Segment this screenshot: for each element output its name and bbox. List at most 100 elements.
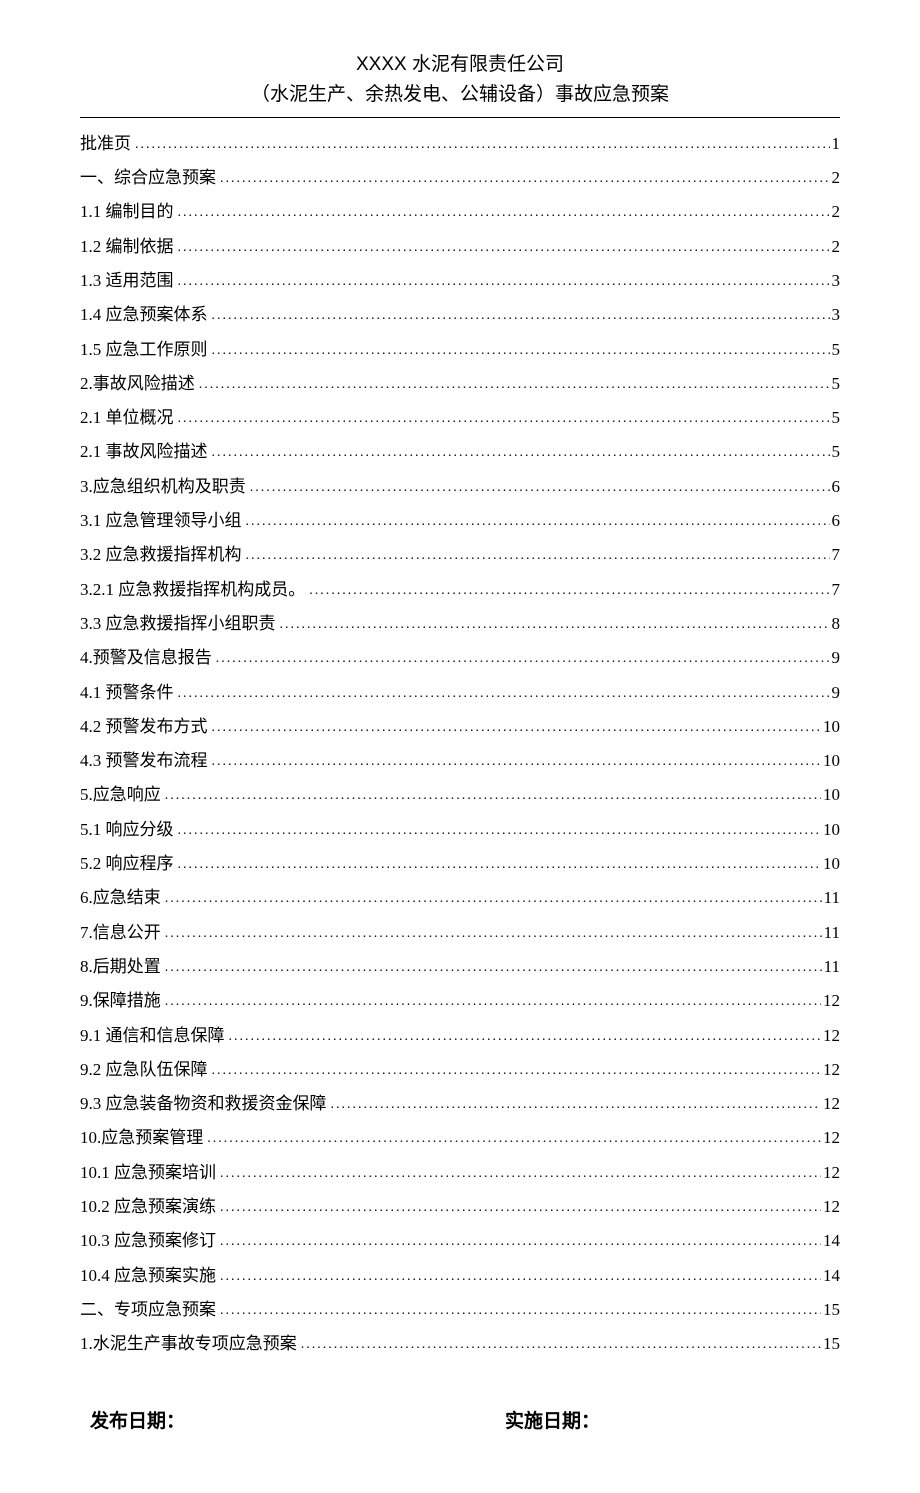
- toc-entry-label: 5.应急响应: [80, 783, 161, 807]
- toc-entry: 3.应急组织机构及职责6: [80, 475, 840, 499]
- toc-entry-label: 10.1 应急预案培训: [80, 1161, 216, 1185]
- toc-leader-dots: [246, 546, 830, 566]
- toc-entry-label: 4.2 预警发布方式: [80, 715, 208, 739]
- toc-entry-page: 10: [821, 715, 840, 739]
- toc-entry-label: 1.5 应急工作原则: [80, 338, 208, 362]
- toc-leader-dots: [246, 512, 830, 532]
- implement-date-label: 实施日期：: [395, 1406, 810, 1433]
- toc-entry-page: 12: [821, 1126, 840, 1150]
- toc-entry-page: 15: [821, 1332, 840, 1356]
- toc-entry-page: 1: [830, 132, 841, 156]
- toc-leader-dots: [165, 958, 822, 978]
- toc-entry-page: 9: [830, 646, 841, 670]
- toc-entry-page: 8: [830, 612, 841, 636]
- toc-leader-dots: [212, 752, 822, 772]
- header-divider: [80, 117, 840, 118]
- toc-entry-page: 7: [830, 543, 841, 567]
- toc-entry-label: 1.4 应急预案体系: [80, 303, 208, 327]
- toc-entry-page: 12: [821, 1195, 840, 1219]
- toc-entry-label: 批准页: [80, 132, 131, 156]
- toc-entry: 9.2 应急队伍保障 12: [80, 1058, 840, 1082]
- toc-entry: 6.应急结束11: [80, 886, 840, 910]
- toc-entry: 3.1 应急管理领导小组 6: [80, 509, 840, 533]
- toc-entry: 1.水泥生产事故专项应急预案15: [80, 1332, 840, 1356]
- toc-entry-label: 5.1 响应分级: [80, 818, 174, 842]
- toc-leader-dots: [301, 1335, 821, 1355]
- toc-leader-dots: [309, 581, 829, 601]
- toc-entry-page: 14: [821, 1229, 840, 1253]
- document-header: XXXX 水泥有限责任公司 （水泥生产、余热发电、公辅设备）事故应急预案: [80, 50, 840, 118]
- toc-entry-page: 6: [830, 509, 841, 533]
- company-name: XXXX 水泥有限责任公司: [80, 50, 840, 80]
- toc-leader-dots: [250, 478, 830, 498]
- toc-entry-page: 10: [821, 818, 840, 842]
- toc-leader-dots: [199, 375, 830, 395]
- toc-entry: 10.3 应急预案修订14: [80, 1229, 840, 1253]
- toc-leader-dots: [178, 203, 830, 223]
- toc-entry-page: 12: [821, 1161, 840, 1185]
- toc-leader-dots: [220, 1232, 821, 1252]
- toc-entry-label: 3.3 应急救援指挥小组职责: [80, 612, 276, 636]
- toc-entry-page: 2: [830, 166, 841, 190]
- toc-leader-dots: [165, 924, 822, 944]
- toc-entry-label: 10.4 应急预案实施: [80, 1264, 216, 1288]
- toc-entry: 1.2 编制依据2: [80, 235, 840, 259]
- toc-leader-dots: [165, 992, 821, 1012]
- toc-leader-dots: [220, 1164, 821, 1184]
- document-title: （水泥生产、余热发电、公辅设备）事故应急预案: [80, 80, 840, 110]
- toc-entry: 2.1 单位概况5: [80, 406, 840, 430]
- toc-entry-label: 10.2 应急预案演练: [80, 1195, 216, 1219]
- toc-leader-dots: [212, 306, 830, 326]
- toc-entry-label: 6.应急结束: [80, 886, 161, 910]
- toc-entry: 7.信息公开11: [80, 921, 840, 945]
- toc-leader-dots: [178, 821, 822, 841]
- toc-leader-dots: [331, 1095, 822, 1115]
- toc-entry-page: 12: [821, 1058, 840, 1082]
- toc-entry-label: 4.3 预警发布流程: [80, 749, 208, 773]
- toc-entry-page: 5: [830, 440, 841, 464]
- toc-leader-dots: [165, 889, 822, 909]
- toc-entry-page: 14: [821, 1264, 840, 1288]
- toc-entry: 4.3 预警发布流程 10: [80, 749, 840, 773]
- toc-entry-page: 6: [830, 475, 841, 499]
- toc-entry: 1.1 编制目的2: [80, 200, 840, 224]
- toc-leader-dots: [178, 684, 830, 704]
- toc-leader-dots: [220, 1267, 821, 1287]
- toc-entry: 9.保障措施12: [80, 989, 840, 1013]
- toc-entry-page: 5: [830, 338, 841, 362]
- toc-entry-page: 3: [830, 269, 841, 293]
- toc-leader-dots: [212, 443, 830, 463]
- toc-entry-label: 3.1 应急管理领导小组: [80, 509, 242, 533]
- toc-entry-page: 12: [821, 1092, 840, 1116]
- toc-entry-page: 11: [822, 955, 840, 979]
- toc-entry-page: 10: [821, 749, 840, 773]
- toc-entry-page: 12: [821, 1024, 840, 1048]
- toc-entry-label: 2.事故风险描述: [80, 372, 195, 396]
- toc-leader-dots: [212, 1061, 822, 1081]
- toc-entry-page: 11: [822, 921, 840, 945]
- toc-entry: 10.1 应急预案培训 12: [80, 1161, 840, 1185]
- toc-entry-label: 一、综合应急预案: [80, 166, 216, 190]
- toc-leader-dots: [212, 341, 830, 361]
- toc-entry-label: 4.预警及信息报告: [80, 646, 212, 670]
- toc-entry: 9.3 应急装备物资和救援资金保障 12: [80, 1092, 840, 1116]
- publish-date-label: 发布日期：: [90, 1406, 395, 1433]
- toc-leader-dots: [216, 649, 830, 669]
- toc-entry-label: 9.3 应急装备物资和救援资金保障: [80, 1092, 327, 1116]
- toc-entry-page: 9: [830, 681, 841, 705]
- toc-entry-label: 1.3 适用范围: [80, 269, 174, 293]
- toc-entry: 4.2 预警发布方式 10: [80, 715, 840, 739]
- toc-entry: 二、专项应急预案15: [80, 1298, 840, 1322]
- toc-entry-page: 3: [830, 303, 841, 327]
- toc-entry-label: 4.1 预警条件: [80, 681, 174, 705]
- toc-entry-page: 10: [821, 783, 840, 807]
- toc-entry: 5.1 响应分级 10: [80, 818, 840, 842]
- toc-leader-dots: [280, 615, 830, 635]
- toc-entry: 3.2 应急救援指挥机构7: [80, 543, 840, 567]
- toc-leader-dots: [229, 1027, 822, 1047]
- toc-entry-label: 9.2 应急队伍保障: [80, 1058, 208, 1082]
- toc-entry: 1.5 应急工作原则 5: [80, 338, 840, 362]
- toc-entry-label: 1.1 编制目的: [80, 200, 174, 224]
- toc-entry: 10.应急预案管理12: [80, 1126, 840, 1150]
- toc-entry-page: 10: [821, 852, 840, 876]
